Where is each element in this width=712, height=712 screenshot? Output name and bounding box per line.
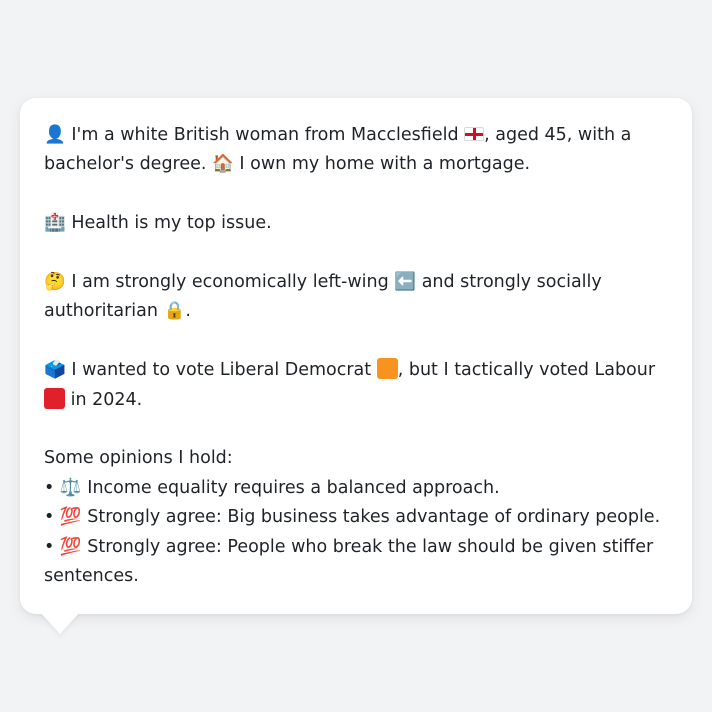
top-issue-paragraph: 🏥 Health is my top issue. — [44, 209, 672, 238]
lock-icon: 🔒 — [163, 301, 186, 322]
demographics-text-c: I own my home with a mortgage. — [239, 154, 531, 175]
vote-text-a: I wanted to vote Liberal Democrat — [71, 360, 372, 381]
speech-bubble-tail — [40, 612, 80, 634]
hospital-icon: 🏥 — [44, 213, 66, 234]
opinion-text: Income equality requires a balanced appr… — [87, 477, 500, 498]
orange-square-icon — [376, 358, 398, 380]
chat-message-bubble: 👤 I'm a white British woman from Maccles… — [20, 98, 692, 614]
hundred-points-icon: 💯 — [59, 507, 82, 528]
person-icon: 👤 — [44, 125, 66, 145]
ballot-box-icon: 🗳️ — [44, 360, 66, 381]
demographics-text-a: I'm a white British woman from Macclesfi… — [71, 125, 459, 145]
balance-scale-icon: ⚖️ — [59, 477, 82, 498]
ideology-paragraph: 🤔 I am strongly economically left-wing ⬅… — [44, 268, 672, 327]
opinion-item: • 💯 Strongly agree: Big business takes a… — [44, 503, 672, 532]
opinion-text: Strongly agree: People who break the law… — [44, 536, 654, 587]
house-icon: 🏠 — [212, 154, 234, 175]
vote-paragraph: 🗳️ I wanted to vote Liberal Democrat , b… — [44, 356, 672, 415]
red-square-icon — [44, 387, 65, 409]
opinions-heading: Some opinions I hold: — [44, 448, 233, 469]
opinion-text: Strongly agree: Big business takes advan… — [87, 507, 661, 528]
hundred-points-icon: 💯 — [59, 536, 82, 557]
top-issue-text: Health is my top issue. — [71, 213, 272, 234]
opinion-item: • ⚖️ Income equality requires a balanced… — [44, 474, 672, 503]
vote-text-b: , but I tactically voted Labour — [397, 360, 656, 381]
demographics-paragraph: 👤 I'm a white British woman from Maccles… — [44, 121, 672, 180]
ideology-text-a: I am strongly economically left-wing — [71, 272, 389, 292]
england-flag-icon — [464, 127, 485, 141]
vote-text-c: in 2024. — [70, 389, 143, 410]
bullet: • — [44, 536, 55, 557]
ideology-text-c: . — [185, 301, 191, 322]
thinking-face-icon: 🤔 — [44, 272, 66, 292]
bullet: • — [44, 507, 55, 528]
bullet: • — [44, 477, 55, 498]
opinions-list: • ⚖️ Income equality requires a balanced… — [44, 474, 672, 592]
opinion-item: • 💯 Strongly agree: People who break the… — [44, 533, 672, 592]
left-arrow-icon: ⬅️ — [394, 272, 417, 292]
